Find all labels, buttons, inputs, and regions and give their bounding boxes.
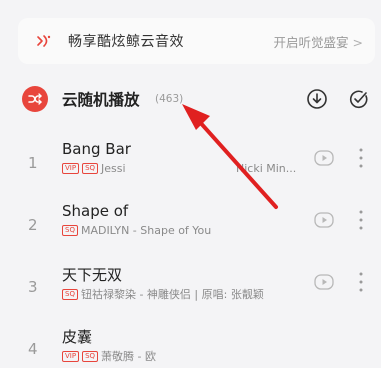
song-index: 3 <box>28 278 38 296</box>
song-title: 皮囊 <box>62 328 93 346</box>
promo-action-label: 开启听觉盛宴 <box>273 35 349 50</box>
song-meta: SQ 钮祜禄黎染 - 神雕侠侣 | 原唱: 张靓颖 <box>62 286 264 302</box>
more-options-icon[interactable] <box>358 270 364 294</box>
vip-badge: VIP <box>62 350 80 362</box>
promo-action-link[interactable]: 开启听觉盛宴 > <box>274 32 364 51</box>
chevron-right-icon: > <box>352 35 363 50</box>
download-icon[interactable] <box>306 88 328 110</box>
play-mv-icon[interactable] <box>314 210 334 230</box>
playlist-title[interactable]: 云随机播放 <box>62 88 140 110</box>
playlist-header: 云随机播放 (463) <box>0 78 381 122</box>
more-options-icon[interactable] <box>358 208 364 232</box>
play-mv-icon[interactable] <box>314 272 334 292</box>
song-artist: MADILYN - Shape of You <box>80 224 212 237</box>
sq-badge: SQ <box>62 225 78 236</box>
song-index: 4 <box>28 340 38 358</box>
song-artist-tail: Nicki Min... <box>236 162 297 175</box>
song-index: 2 <box>28 216 38 234</box>
song-title: Shape of <box>62 202 129 220</box>
sq-badge: SQ <box>62 288 78 300</box>
shuffle-play-button[interactable] <box>22 86 48 112</box>
shuffle-icon <box>28 93 42 105</box>
song-artist: 萧敬腾 - 欧 <box>101 350 156 363</box>
multi-select-check-icon[interactable] <box>348 88 370 110</box>
song-title: Bang Bar <box>62 140 131 158</box>
speaker-wave-icon <box>37 35 51 47</box>
song-meta: VIP SQ 萧敬腾 - 欧 <box>62 348 156 364</box>
song-artist: Jessi <box>101 162 126 175</box>
song-row[interactable]: 1 Bang Bar VIP SQ Jessi Nicki Min... <box>0 138 381 198</box>
song-row[interactable]: 4 皮囊 VIP SQ 萧敬腾 - 欧 <box>0 324 381 368</box>
song-title: 天下无双 <box>62 266 123 284</box>
song-row[interactable]: 3 天下无双 SQ 钮祜禄黎染 - 神雕侠侣 | 原唱: 张靓颖 <box>0 262 381 322</box>
song-meta: VIP SQ Jessi <box>62 162 126 175</box>
sq-badge: SQ <box>82 163 99 174</box>
sound-effect-promo-bar[interactable]: 畅享酷炫鲸云音效 开启听觉盛宴 > <box>18 18 375 64</box>
song-index: 1 <box>28 154 38 172</box>
playlist-page: 畅享酷炫鲸云音效 开启听觉盛宴> 云随机播放 (463) 1 Bang Bar <box>0 0 381 368</box>
more-options-icon[interactable] <box>358 146 364 170</box>
vip-badge: VIP <box>62 163 80 174</box>
play-mv-icon[interactable] <box>314 148 334 168</box>
song-count: (463) <box>155 93 184 105</box>
song-row[interactable]: 2 Shape of SQ MADILYN - Shape of You <box>0 200 381 260</box>
song-artist: 钮祜禄黎染 - 神雕侠侣 | 原唱: 张靓颖 <box>80 288 264 301</box>
promo-text: 畅享酷炫鲸云音效 <box>68 34 184 50</box>
sq-badge: SQ <box>82 350 99 362</box>
song-meta: SQ MADILYN - Shape of You <box>62 224 211 237</box>
